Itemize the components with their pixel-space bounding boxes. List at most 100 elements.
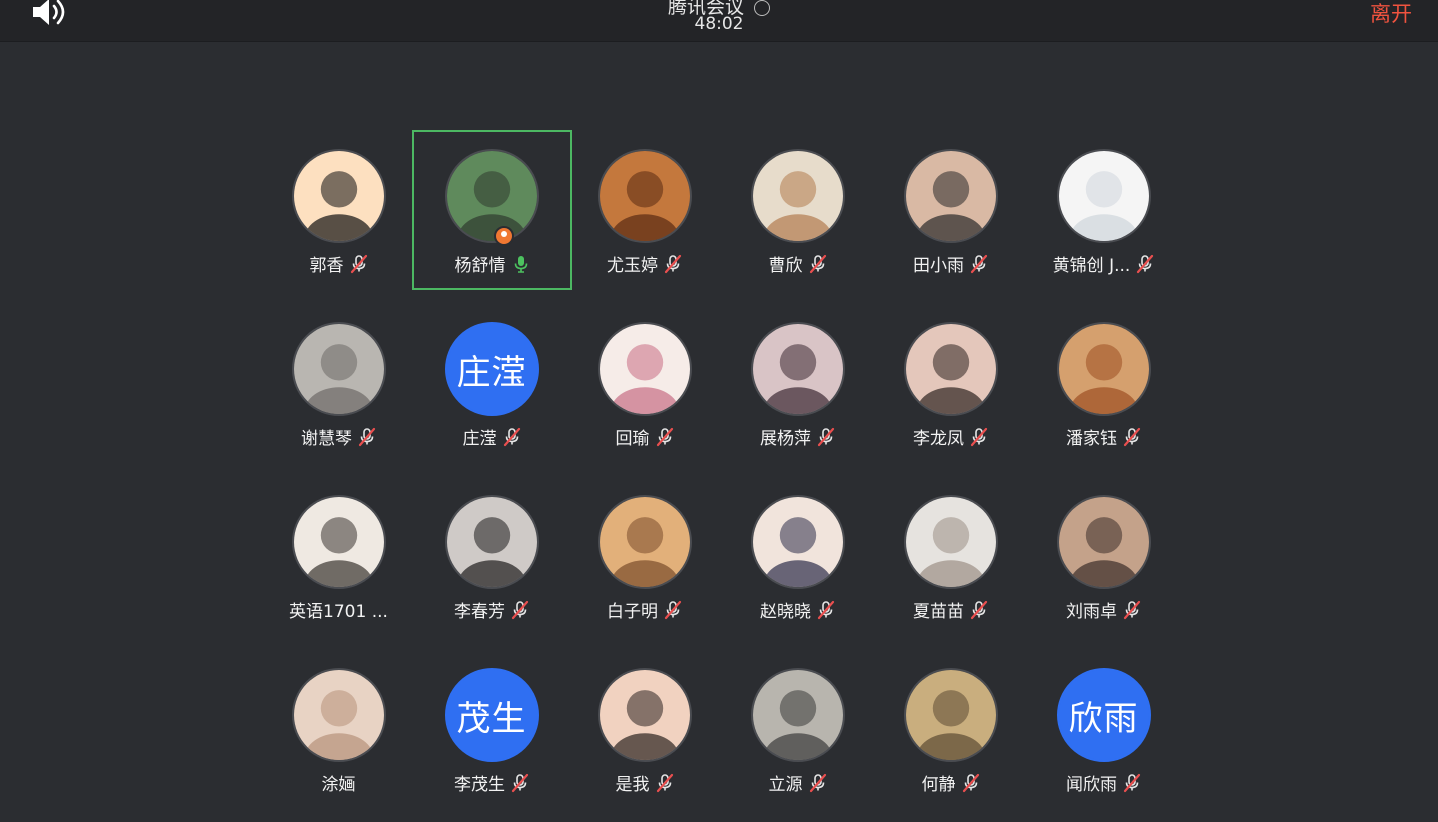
mic-muted-icon bbox=[1123, 600, 1141, 620]
mic-muted-icon bbox=[1136, 254, 1154, 274]
participant-name-row: 英语1701 ... bbox=[289, 597, 388, 622]
mic-muted-icon bbox=[656, 773, 674, 793]
leave-button[interactable]: 离开 bbox=[1370, 0, 1412, 28]
participant-name-row: 赵晓晓 bbox=[760, 597, 835, 622]
avatar-initials: 茂生 bbox=[444, 668, 539, 762]
participant-name: 潘家钰 bbox=[1066, 429, 1117, 449]
participant-name: 郭香 bbox=[309, 256, 344, 276]
participant-tile[interactable]: 李春芳 bbox=[415, 476, 568, 636]
participant-tile[interactable]: 回瑜 bbox=[568, 303, 721, 463]
avatar bbox=[444, 495, 539, 589]
participant-name: 田小雨 bbox=[913, 256, 964, 276]
participant-name-row: 闻欣雨 bbox=[1066, 770, 1141, 795]
mic-muted-icon bbox=[962, 773, 980, 793]
avatar bbox=[903, 668, 998, 762]
avatar bbox=[291, 322, 386, 416]
participant-name: 英语1701 ... bbox=[289, 602, 388, 622]
participant-name: 尤玉婷 bbox=[607, 256, 658, 276]
mic-muted-icon bbox=[358, 427, 376, 447]
participant-tile[interactable]: 茂生 李茂生 bbox=[415, 649, 568, 809]
avatar bbox=[597, 322, 692, 416]
participant-tile[interactable]: 夏苗苗 bbox=[874, 476, 1027, 636]
meeting-timer: 48:02 bbox=[694, 14, 744, 34]
avatar bbox=[597, 668, 692, 762]
participant-name-row: 黄锦创 J... bbox=[1053, 251, 1155, 276]
participant-name: 白子明 bbox=[607, 602, 658, 622]
participant-name: 回瑜 bbox=[615, 429, 650, 449]
participant-tile[interactable]: 李龙凤 bbox=[874, 303, 1027, 463]
avatar-initials: 欣雨 bbox=[1056, 668, 1151, 762]
participant-name-row: 涂婳 bbox=[322, 770, 356, 795]
participant-name: 黄锦创 J... bbox=[1052, 256, 1131, 276]
avatar bbox=[597, 495, 692, 589]
participant-tile[interactable]: 是我 bbox=[568, 649, 721, 809]
participant-name-row: 杨舒情 bbox=[455, 251, 530, 276]
participant-name: 何静 bbox=[921, 775, 956, 795]
participant-name-row: 田小雨 bbox=[913, 251, 988, 276]
participant-tile[interactable]: 涂婳 bbox=[262, 649, 415, 809]
participant-name: 涂婳 bbox=[321, 775, 356, 795]
participant-tile[interactable]: 田小雨 bbox=[874, 130, 1027, 290]
mic-muted-icon bbox=[1123, 773, 1141, 793]
mic-muted-icon bbox=[350, 254, 368, 274]
participant-name-row: 李茂生 bbox=[454, 770, 529, 795]
avatar bbox=[903, 149, 998, 243]
mic-muted-icon bbox=[664, 600, 682, 620]
participant-tile[interactable]: 白子明 bbox=[568, 476, 721, 636]
participant-tile[interactable]: 尤玉婷 bbox=[568, 130, 721, 290]
avatar bbox=[750, 149, 845, 243]
participant-tile[interactable]: 欣雨闻欣雨 bbox=[1027, 649, 1180, 809]
avatar bbox=[445, 149, 539, 243]
avatar bbox=[903, 322, 998, 416]
participant-name-row: 曹欣 bbox=[769, 251, 827, 276]
participant-name: 谢慧琴 bbox=[301, 429, 352, 449]
mic-muted-icon bbox=[664, 254, 682, 274]
participant-name-row: 立源 bbox=[769, 770, 827, 795]
participant-tile[interactable]: 潘家钰 bbox=[1027, 303, 1180, 463]
participant-tile[interactable]: 刘雨卓 bbox=[1027, 476, 1180, 636]
participant-name-row: 展杨萍 bbox=[760, 424, 835, 449]
participant-name: 闻欣雨 bbox=[1066, 775, 1117, 795]
participant-name: 夏苗苗 bbox=[913, 602, 964, 622]
host-badge-icon bbox=[494, 226, 514, 246]
top-bar: 腾讯会议 48:02 离开 bbox=[0, 0, 1438, 42]
participant-tile[interactable]: 展杨萍 bbox=[721, 303, 874, 463]
participant-name: 展杨萍 bbox=[760, 429, 811, 449]
participant-name-row: 回瑜 bbox=[616, 424, 674, 449]
avatar bbox=[1056, 495, 1151, 589]
participant-tile[interactable]: 杨舒情 bbox=[412, 130, 572, 290]
participant-tile[interactable]: 英语1701 ... bbox=[262, 476, 415, 636]
avatar bbox=[291, 149, 386, 243]
participant-name: 庄滢 bbox=[462, 429, 497, 449]
participant-name-row: 是我 bbox=[616, 770, 674, 795]
mic-muted-icon bbox=[656, 427, 674, 447]
participant-tile[interactable]: 郭香 bbox=[262, 130, 415, 290]
mic-muted-icon bbox=[970, 427, 988, 447]
mic-muted-icon bbox=[970, 254, 988, 274]
mic-on-icon bbox=[512, 254, 530, 274]
participant-name: 李龙凤 bbox=[913, 429, 964, 449]
participant-tile[interactable]: 曹欣 bbox=[721, 130, 874, 290]
participant-name-row: 刘雨卓 bbox=[1066, 597, 1141, 622]
participant-name: 立源 bbox=[768, 775, 803, 795]
participant-tile[interactable]: 立源 bbox=[721, 649, 874, 809]
avatar bbox=[750, 668, 845, 762]
participant-tile[interactable]: 何静 bbox=[874, 649, 1027, 809]
participant-name-row: 白子明 bbox=[607, 597, 682, 622]
mic-muted-icon bbox=[1123, 427, 1141, 447]
mic-muted-icon bbox=[503, 427, 521, 447]
participant-name-row: 李龙凤 bbox=[913, 424, 988, 449]
participant-tile[interactable]: 赵晓晓 bbox=[721, 476, 874, 636]
participant-name-row: 尤玉婷 bbox=[607, 251, 682, 276]
participant-name: 李春芳 bbox=[454, 602, 505, 622]
mic-muted-icon bbox=[511, 600, 529, 620]
avatar bbox=[291, 495, 386, 589]
avatar bbox=[903, 495, 998, 589]
participant-name: 刘雨卓 bbox=[1066, 602, 1117, 622]
participant-tile[interactable]: 庄滢 庄滢 bbox=[415, 303, 568, 463]
mic-muted-icon bbox=[809, 254, 827, 274]
participant-tile[interactable]: 黄锦创 J... bbox=[1027, 130, 1180, 290]
avatar bbox=[291, 668, 386, 762]
avatar bbox=[1056, 322, 1151, 416]
participant-tile[interactable]: 谢慧琴 bbox=[262, 303, 415, 463]
